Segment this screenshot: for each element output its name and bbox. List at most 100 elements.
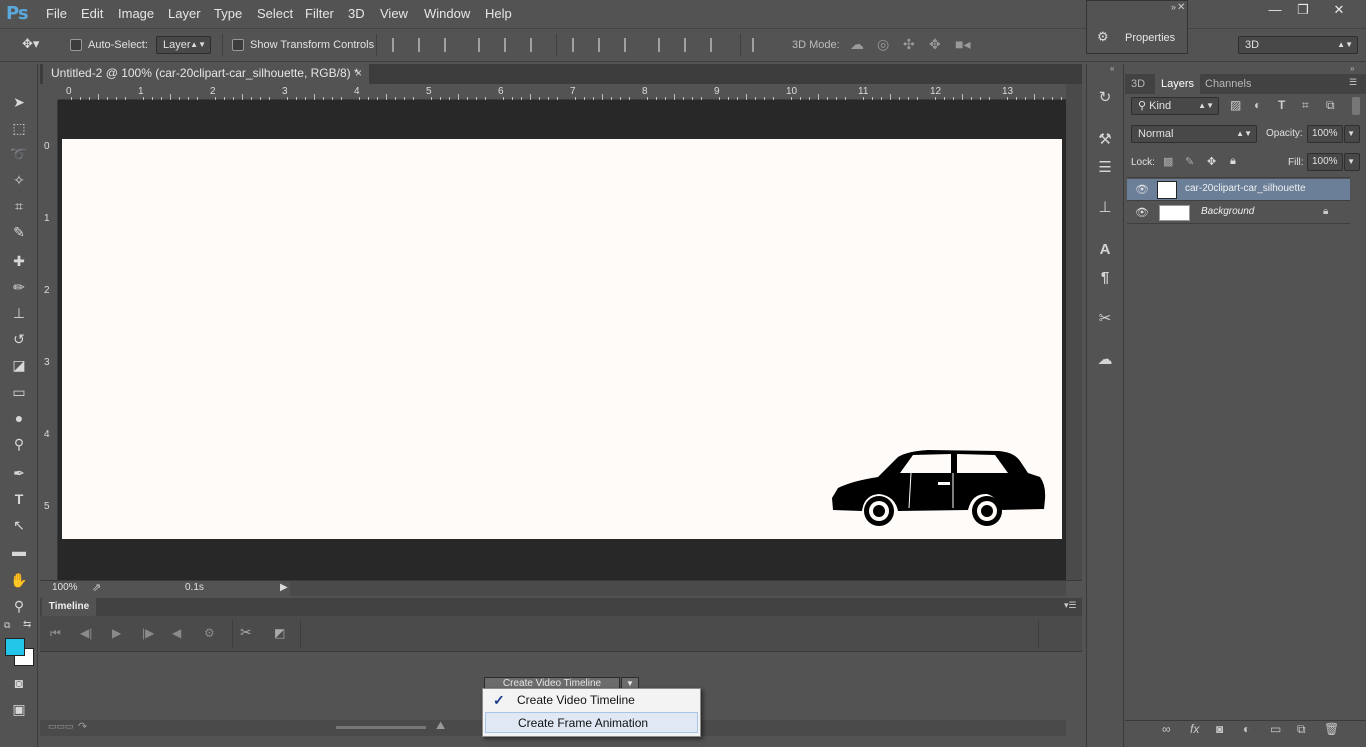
lock-position-icon[interactable]: ✥ (1207, 155, 1216, 168)
align-vcenter-icon[interactable] (418, 38, 432, 52)
new-adjustment-layer-icon[interactable]: ◐ (1243, 722, 1250, 736)
healing-brush-tool-icon[interactable]: ✚ (8, 251, 30, 271)
link-layers-icon[interactable]: ∞ (1162, 722, 1171, 736)
horizontal-scrollbar[interactable] (290, 581, 1066, 596)
magic-wand-tool-icon[interactable]: ✧ (8, 170, 30, 190)
render-icon[interactable]: ↷ (78, 720, 87, 733)
document-canvas[interactable] (62, 139, 1062, 539)
visibility-eye-icon[interactable]: 👁︎ (1135, 183, 1149, 196)
status-menu-arrow-icon[interactable]: ▶ (280, 582, 288, 593)
distribute-left-icon[interactable] (658, 38, 672, 52)
history-brush-tool-icon[interactable]: ↺ (8, 329, 30, 349)
menu-layer[interactable]: Layer (168, 6, 201, 21)
menu-item-create-frame-animation[interactable]: Create Frame Animation (485, 712, 698, 733)
opacity-field[interactable]: 100% (1307, 125, 1343, 143)
3d-slide-icon[interactable]: ✥ (929, 36, 941, 53)
audio-icon[interactable]: ◀ (172, 626, 181, 640)
share-icon[interactable]: ⇗ (92, 581, 101, 594)
auto-select-checkbox[interactable] (70, 39, 82, 51)
menu-view[interactable]: View (380, 6, 408, 21)
blend-mode-dropdown[interactable]: Normal ▲▼ (1131, 125, 1257, 143)
opacity-slider-button[interactable]: ▼ (1344, 125, 1360, 143)
history-panel-icon[interactable]: ↻ (1095, 88, 1115, 108)
3d-drag-icon[interactable]: ✣ (903, 36, 915, 53)
foreground-color-swatch[interactable] (5, 638, 25, 656)
gradient-tool-icon[interactable]: ▭ (8, 382, 30, 402)
menu-edit[interactable]: Edit (81, 6, 103, 21)
zoom-slider[interactable] (336, 726, 426, 729)
play-icon[interactable]: ▶ (112, 626, 121, 640)
settings-icon[interactable]: ⚙ (204, 626, 215, 640)
close-tab-icon[interactable]: × (355, 64, 362, 83)
align-left-icon[interactable] (478, 38, 492, 52)
menu-filter[interactable]: Filter (305, 6, 334, 21)
layer-style-fx-icon[interactable]: fx (1190, 722, 1199, 736)
clone-stamp-tool-icon[interactable]: ⊥ (8, 303, 30, 323)
creative-cloud-icon[interactable]: ☁ (1095, 350, 1115, 370)
split-scissors-icon[interactable]: ✂ (240, 624, 252, 641)
brush-tool-icon[interactable]: ✏ (8, 277, 30, 297)
3d-roll-icon[interactable]: ◎ (877, 36, 889, 53)
marquee-tool-icon[interactable]: ⬚ (8, 118, 30, 138)
filter-shape-icon[interactable]: ⌗ (1302, 98, 1309, 113)
tab-3d[interactable]: 3D (1125, 74, 1151, 94)
align-bottom-icon[interactable] (444, 38, 458, 52)
type-tool-icon[interactable]: T (8, 489, 30, 509)
lock-all-icon[interactable]: 🔒︎ (1230, 155, 1236, 168)
3d-scale-icon[interactable]: ■◂ (955, 36, 970, 53)
layer-filter-dropdown[interactable]: ⚲ Kind ▲▼ (1131, 97, 1219, 115)
transition-icon[interactable]: ◩ (274, 626, 285, 640)
convert-frames-icon[interactable]: ▭▭▭ (48, 721, 74, 732)
filter-smart-object-icon[interactable]: ⧉ (1326, 98, 1335, 113)
add-mask-icon[interactable]: ◙ (1216, 722, 1223, 736)
menu-file[interactable]: File (46, 6, 67, 21)
screen-mode-icon[interactable]: ▣ (8, 699, 30, 719)
first-frame-icon[interactable]: ⏮ (50, 626, 61, 641)
delete-layer-icon[interactable]: 🗑︎ (1324, 722, 1339, 736)
eyedropper-tool-icon[interactable]: ✎ (8, 222, 30, 242)
hand-tool-icon[interactable]: ✋ (8, 570, 30, 590)
quick-mask-icon[interactable]: ◙ (8, 673, 30, 693)
swap-colors-icon[interactable]: ⇆ (23, 619, 31, 630)
properties-panel[interactable]: ⚙ Properties » ✕ (1086, 0, 1188, 54)
layer-row-car[interactable]: 👁︎ car-20clipart-car_silhouette (1127, 179, 1350, 201)
brush-presets-panel-icon[interactable]: ⊥ (1095, 198, 1115, 218)
character-panel-icon[interactable]: A (1095, 240, 1115, 260)
distribute-vcenter-icon[interactable] (598, 38, 612, 52)
new-layer-icon[interactable]: ⧉ (1297, 722, 1306, 737)
previous-frame-icon[interactable]: ◀| (80, 626, 92, 640)
zoom-level[interactable]: 100% (52, 582, 78, 593)
lock-pixels-icon[interactable]: ✎ (1185, 155, 1194, 168)
layer-name[interactable]: Background (1201, 206, 1254, 217)
align-right-icon[interactable] (530, 38, 544, 52)
layer-row-background[interactable]: 👁︎ Background 🔒︎ (1127, 202, 1350, 224)
lock-transparency-icon[interactable]: ▩ (1163, 155, 1173, 168)
lasso-tool-icon[interactable]: ➰ (8, 144, 30, 164)
default-colors-icon[interactable]: ⧉ (4, 620, 10, 631)
menu-select[interactable]: Select (257, 6, 293, 21)
menu-item-create-video-timeline[interactable]: ✓ Create Video Timeline (485, 690, 698, 711)
collapse-panel-icon[interactable]: » (1350, 64, 1354, 73)
frame-delay[interactable]: 0.1s (185, 582, 204, 593)
filter-adjustment-icon[interactable]: ◐ (1254, 98, 1261, 112)
close-button[interactable]: ✕ (1328, 2, 1350, 20)
menu-type[interactable]: Type (214, 6, 242, 21)
visibility-eye-icon[interactable]: 👁︎ (1135, 206, 1149, 219)
next-frame-icon[interactable]: |▶ (142, 626, 154, 640)
paragraph-panel-icon[interactable]: ¶ (1095, 268, 1115, 288)
zoom-in-mountain-icon[interactable]: ⛰ (436, 720, 445, 733)
3d-rotate-icon[interactable]: ☁ (850, 36, 864, 53)
menu-window[interactable]: Window (424, 6, 470, 21)
pen-tool-icon[interactable]: ✒ (8, 463, 30, 483)
filter-toggle[interactable] (1352, 97, 1360, 115)
distribute-right-icon[interactable] (710, 38, 724, 52)
distribute-hcenter-icon[interactable] (684, 38, 698, 52)
zoom-tool-icon[interactable]: ⚲ (8, 596, 30, 616)
tools-panel-icon[interactable]: ✂ (1095, 309, 1115, 329)
crop-tool-icon[interactable]: ⌗ (8, 196, 30, 216)
tab-layers[interactable]: Layers (1155, 74, 1201, 94)
align-top-icon[interactable] (392, 38, 406, 52)
new-group-icon[interactable]: ▭ (1270, 722, 1281, 736)
panel-menu-icon[interactable]: ☰ (1349, 77, 1357, 88)
adjustments-panel-icon[interactable]: ☰ (1095, 158, 1115, 178)
